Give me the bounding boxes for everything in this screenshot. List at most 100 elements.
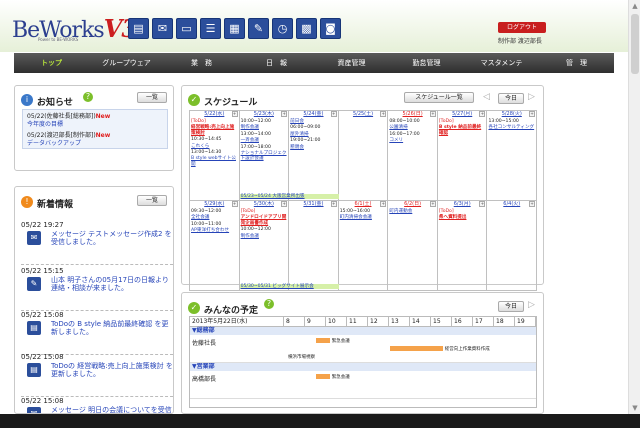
next-arrow-icon[interactable]: ▷ [528,92,535,102]
timeline-event-label[interactable]: 緊急会議 [332,338,350,344]
calendar-event[interactable]: 町内運動会 [388,209,437,214]
add-event-icon[interactable]: + [380,201,387,207]
timeline-event-bar[interactable] [315,338,330,343]
calendar-event[interactable]: 各社コンサルティング [487,125,536,130]
add-event-icon[interactable]: + [529,111,536,117]
prev-arrow-icon[interactable]: ◁ [483,92,490,102]
next-arrow-icon[interactable]: ▷ [528,300,535,310]
notice-link[interactable]: 今年度の目標 [27,121,63,128]
calendar-banner-event[interactable]: 05/30~05/31 ビッグサイト展示会 [239,283,339,289]
calendar-event[interactable]: [ToDo] [438,119,487,124]
report-icon[interactable]: ▦ [224,18,245,39]
nav-top[interactable]: トップ [14,53,89,73]
department-header[interactable]: ▼総務部 [190,327,536,335]
nav-master[interactable]: マスタメンテ [464,53,539,73]
calendar-day-cell[interactable]: 5/30(木) + [ToDo] アンドロイドアプリ開発企画書作成 10:00~12:0… [239,201,339,291]
scroll-up-icon[interactable]: ▲ [629,0,640,12]
calendar-day-cell[interactable]: 6/3(月) + [ToDo] 県へ資料提出 [437,201,488,291]
add-event-icon[interactable]: + [429,111,436,117]
add-event-icon[interactable]: + [330,201,337,207]
mail-icon[interactable]: ✉ [152,18,173,39]
calendar-day-cell[interactable]: 5/27(月) + [ToDo] B style 納品前最終確認 [437,111,488,201]
calendar-event[interactable]: 全社会議 [190,215,239,220]
nav-attendance[interactable]: 勤怠管理 [389,53,464,73]
timeline-event-bar[interactable] [315,374,330,379]
help-icon[interactable]: ? [264,299,274,309]
timeline-event-label[interactable]: 緊急会議 [332,374,350,380]
nav-daily-report[interactable]: 日 報 [239,53,314,73]
person-name[interactable]: 佐藤社長 [192,338,216,347]
notepad-icon[interactable]: ☰ [200,18,221,39]
calendar-day-cell[interactable]: 5/29(水) +09:30~12:00 全社会議 10:00~11:00 AP東洋打ち… [190,201,240,291]
calendar-day-cell[interactable]: 6/2(日) + 町内運動会 [388,201,438,291]
calendar-day-cell[interactable]: 6/4(火) + [487,201,538,291]
clock-icon[interactable]: ◷ [272,18,293,39]
calendar-day-cell[interactable]: 5/24(金) + 前日会 06:00~09:00 屋外清掃 19:00~21:00 懇親会 [289,111,339,201]
calendar-day-cell[interactable]: 5/31(金) + [289,201,339,291]
timeline-event-bar[interactable] [389,346,443,351]
calendar-event[interactable]: [ToDo] [438,209,487,214]
calendar-event[interactable]: 一斉会議 [240,138,289,143]
nav-business[interactable]: 業 務 [164,53,239,73]
help-icon[interactable]: ? [83,92,93,102]
nav-assets[interactable]: 資産管理 [314,53,389,73]
news-list-button[interactable]: 一覧 [137,195,167,206]
calendar-event[interactable]: 懇親会 [289,145,338,150]
logout-button[interactable]: ログアウト [498,22,546,33]
calendar-event[interactable]: [ToDo] [190,119,239,124]
calendar-event[interactable]: コメリ [388,138,437,143]
layout-icon[interactable]: ▤ [128,18,149,39]
calendar-event[interactable]: AP東洋打ち合わせ [190,228,239,233]
nav-admin[interactable]: 管 理 [539,53,614,73]
calendar-event[interactable]: B style 納品前最終確認 [438,125,487,136]
calendar-event[interactable]: [ToDo] [240,209,289,214]
calendar-event[interactable]: 経営戦略:売上向上施策検討 [190,125,239,136]
calendar-day-cell[interactable]: 6/1(土) +15:00~16:00 町内清掃会会議 [338,201,389,291]
calendar-event[interactable]: 町内清掃会会議 [339,215,388,220]
calendar-banner-event[interactable]: 05/23~05/24 大阪営業所出張 [239,193,339,199]
vertical-scrollbar[interactable]: ▲ ▼ [628,0,640,428]
notice-list-button[interactable]: 一覧 [137,92,167,103]
timeline-event-label[interactable]: 横浜市場視察 [288,354,315,360]
add-event-icon[interactable]: + [380,111,387,117]
calendar-event[interactable]: 県へ資料提出 [438,215,487,220]
calendar-event[interactable]: ナショナルプロジェクト設計会議 [240,151,289,162]
add-event-icon[interactable]: + [479,201,486,207]
add-event-icon[interactable]: + [231,201,238,207]
today-button[interactable]: 今日 [498,93,524,104]
calendar-day-cell[interactable]: 5/23(木) +10:00~12:00 制作会議 13:00~14:00 一斉会議 17… [239,111,339,201]
calendar-event[interactable]: アンドロイドアプリ開発企画書作成 [240,215,289,226]
add-event-icon[interactable]: + [429,201,436,207]
scroll-down-icon[interactable]: ▼ [629,402,640,414]
folder-icon[interactable]: ▭ [176,18,197,39]
add-event-icon[interactable]: + [529,201,536,207]
calendar-icon[interactable]: ▩ [296,18,317,39]
calendar-event[interactable]: 制作会議 [240,234,289,239]
add-event-icon[interactable]: + [330,111,337,117]
department-header[interactable]: ▼営業部 [190,363,536,371]
add-event-icon[interactable]: + [231,111,238,117]
calendar-event[interactable]: 公園清掃 [388,125,437,130]
calendar-day-cell[interactable]: 5/28(火) +13:00~15:00 各社コンサルティング [487,111,538,201]
timeline-event-label[interactable]: 経営向上作業資料作成 [445,346,490,352]
calendar-event[interactable]: 制作会議 [240,125,289,130]
calendar-event[interactable]: B style webサイト公開 [190,156,239,167]
calendar-day-cell[interactable]: 5/25(土) + [338,111,389,201]
edit-icon[interactable]: ✎ [248,18,269,39]
nav-groupware[interactable]: グループウェア [89,53,164,73]
timeline-hour: 19 [515,317,536,326]
chat-icon[interactable]: ◙ [320,18,341,39]
calendar-event[interactable]: これくら [190,144,239,149]
person-name[interactable]: 高橋部長 [192,374,216,383]
team-today-button[interactable]: 今日 [498,301,524,312]
calendar-event[interactable]: 前日会 [289,119,338,124]
add-event-icon[interactable]: + [281,111,288,117]
scroll-thumb[interactable] [631,14,639,74]
calendar-day-cell[interactable]: 5/22(水) + [ToDo] 経営戦略:売上向上施策検討 10:30~14:45 これ… [190,111,240,201]
add-event-icon[interactable]: + [281,201,288,207]
add-event-icon[interactable]: + [479,111,486,117]
schedule-list-button[interactable]: スケジュール一覧 [404,92,474,103]
notice-link[interactable]: データバックアップ [27,140,81,147]
calendar-event[interactable]: 屋外清掃 [289,132,338,137]
calendar-day-cell[interactable]: 5/26(日) +08:00~10:00 公園清掃 16:00~17:00 コメリ [388,111,438,201]
